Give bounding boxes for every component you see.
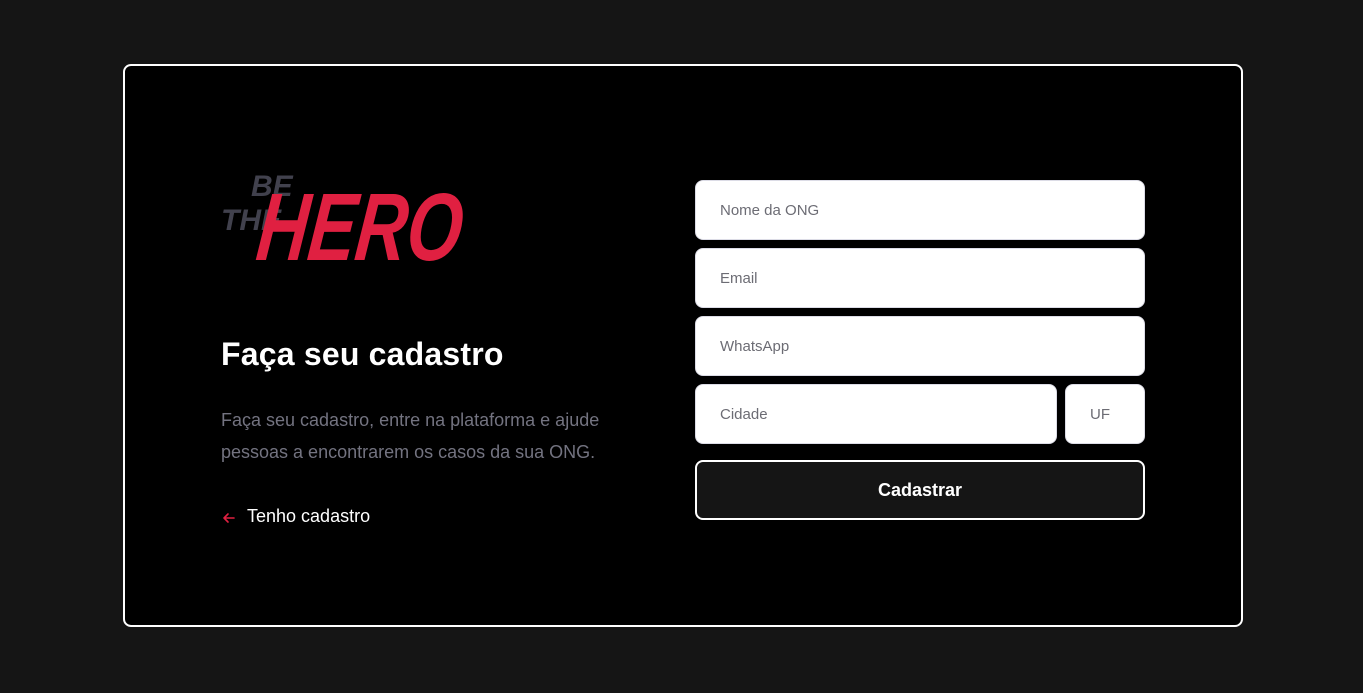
arrow-left-icon [221,510,237,526]
ngo-name-input[interactable] [695,180,1145,240]
back-to-login-link[interactable]: Tenho cadastro [221,506,370,527]
logo-text-hero: HERO [252,174,468,270]
whatsapp-input[interactable] [695,316,1145,376]
register-button[interactable]: Cadastrar [695,460,1145,520]
be-the-hero-logo: BE THE HERO [221,160,473,270]
left-section: BE THE HERO [221,160,621,270]
page-description: Faça seu cadastro, entre na plataforma e… [221,410,600,462]
page-title: Faça seu cadastro [221,336,504,372]
email-input[interactable] [695,248,1145,308]
city-uf-row [695,384,1145,452]
back-link-label: Tenho cadastro [247,506,371,526]
be-the-hero-logo-graphic: BE THE HERO [221,170,469,270]
register-form: Cadastrar [695,180,1145,520]
city-input[interactable] [695,384,1057,444]
uf-input[interactable] [1065,384,1145,444]
register-card: BE THE HERO Faça seu cadastro Faça seu c… [123,64,1243,627]
